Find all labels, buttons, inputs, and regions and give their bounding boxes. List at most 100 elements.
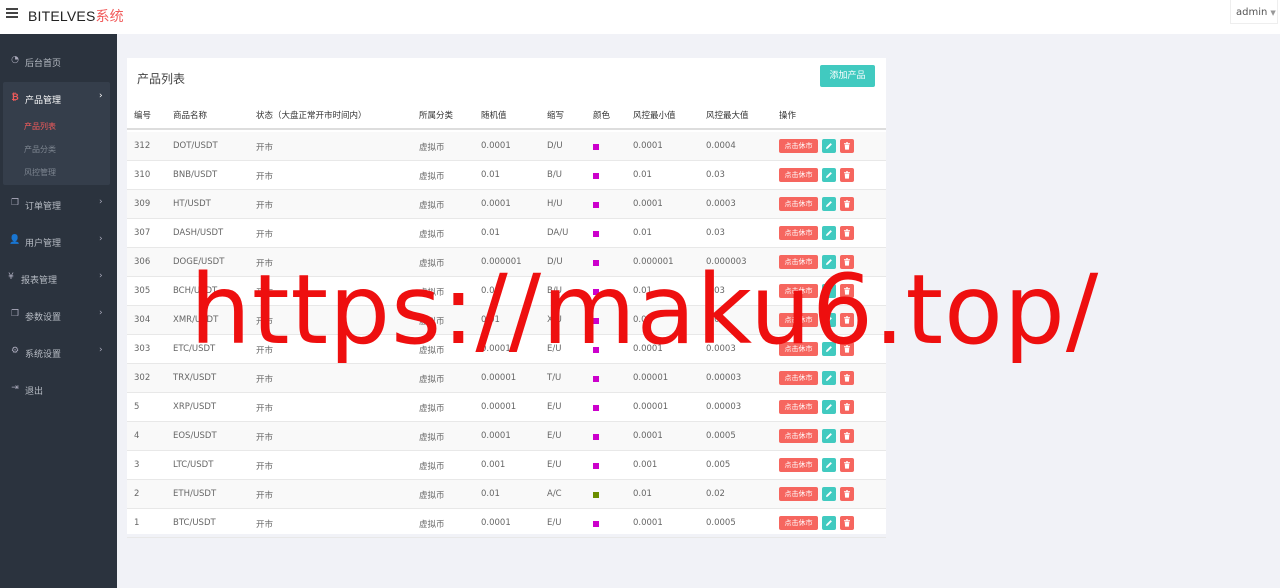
sidebar-item-label: 系统设置 — [25, 350, 62, 360]
delete-button[interactable] — [840, 371, 854, 385]
cell-name: TRX/USDT — [173, 373, 217, 383]
cell-id: 303 — [134, 344, 151, 354]
edit-button[interactable] — [822, 487, 836, 501]
cell-name: LTC/USDT — [173, 460, 214, 470]
halt-trading-button[interactable]: 点击休市 — [779, 371, 818, 385]
cell-id: 302 — [134, 373, 151, 383]
sidebar-item-products[interactable]: ₿ 产品管理 › — [0, 89, 117, 109]
edit-button[interactable] — [822, 400, 836, 414]
menu-toggle-icon[interactable] — [6, 8, 18, 18]
cell-id: 306 — [134, 257, 151, 267]
cell-category: 虚拟币 — [419, 491, 445, 501]
cell-random: 0.0001 — [481, 141, 511, 151]
delete-button[interactable] — [840, 487, 854, 501]
cell-status: 开市 — [256, 143, 274, 153]
sidebar-item-label: 退出 — [25, 387, 44, 397]
trash-icon — [844, 461, 850, 469]
cell-id: 3 — [134, 460, 140, 470]
halt-trading-button[interactable]: 点击休市 — [779, 197, 818, 211]
edit-button[interactable] — [822, 226, 836, 240]
column-header-name[interactable]: 商品名称 — [173, 109, 207, 121]
cell-risk-min: 0.00001 — [633, 402, 669, 412]
column-header-id[interactable]: 编号 — [134, 109, 151, 121]
halt-trading-button[interactable]: 点击休市 — [779, 458, 818, 472]
column-header-color[interactable]: 颜色 — [593, 109, 610, 121]
column-header-risk-min[interactable]: 风控最小值 — [633, 109, 676, 121]
delete-button[interactable] — [840, 400, 854, 414]
page-title: 产品列表 — [137, 72, 186, 86]
table-row: 307 DASH/USDT 开市 虚拟币 0.01 DA/U 0.01 0.03 点击休市 — [127, 219, 886, 248]
sidebar-item-system[interactable]: ⚙ 系统设置 › — [0, 343, 117, 363]
sidebar-subitem-product-category[interactable]: 产品分类 — [24, 144, 56, 155]
sidebar-item-users[interactable]: 👤 用户管理 › — [0, 232, 117, 252]
pencil-icon — [826, 375, 832, 381]
edit-button[interactable] — [822, 516, 836, 530]
user-name: admin — [1236, 7, 1268, 18]
halt-trading-button[interactable]: 点击休市 — [779, 139, 818, 153]
cell-risk-min: 0.01 — [633, 489, 652, 499]
sidebar-subitem-product-list[interactable]: 产品列表 — [24, 121, 56, 132]
edit-button[interactable] — [822, 139, 836, 153]
edit-button[interactable] — [822, 458, 836, 472]
halt-trading-button[interactable]: 点击休市 — [779, 487, 818, 501]
sidebar-item-orders[interactable]: ❐ 订单管理 › — [0, 195, 117, 215]
delete-button[interactable] — [840, 226, 854, 240]
halt-trading-button[interactable]: 点击休市 — [779, 400, 818, 414]
column-header-category[interactable]: 所属分类 — [419, 109, 453, 121]
column-header-risk-max[interactable]: 风控最大值 — [706, 109, 749, 121]
cell-id: 304 — [134, 315, 151, 325]
user-menu[interactable]: admin ▼ — [1230, 0, 1278, 24]
trash-icon — [844, 432, 850, 440]
sidebar-item-reports[interactable]: ¥ 报表管理 › — [0, 269, 117, 289]
delete-button[interactable] — [840, 458, 854, 472]
sidebar-item-dashboard[interactable]: ◔ 后台首页 — [0, 52, 117, 72]
cell-risk-min: 0.0001 — [633, 431, 663, 441]
pencil-icon — [826, 491, 832, 497]
delete-button[interactable] — [840, 168, 854, 182]
sidebar-item-logout[interactable]: ⇥ 退出 — [0, 380, 117, 400]
color-swatch — [593, 173, 599, 179]
delete-button[interactable] — [840, 139, 854, 153]
column-header-random[interactable]: 随机值 — [481, 109, 507, 121]
chevron-right-icon: › — [99, 91, 103, 101]
halt-trading-button[interactable]: 点击休市 — [779, 429, 818, 443]
table-row: 1 BTC/USDT 开市 虚拟币 0.0001 E/U 0.0001 0.0005 点击休市 — [127, 509, 886, 538]
trash-icon — [844, 229, 850, 237]
cell-random: 0.001 — [481, 460, 506, 470]
cell-code: DA/U — [547, 228, 569, 238]
delete-button[interactable] — [840, 516, 854, 530]
edit-button[interactable] — [822, 371, 836, 385]
add-product-button[interactable]: 添加产品 — [820, 65, 875, 87]
delete-button[interactable] — [840, 429, 854, 443]
yen-icon: ¥ — [8, 272, 14, 282]
edit-button[interactable] — [822, 168, 836, 182]
table-header: 编号 商品名称 状态（大盘正常开市时间内） 所属分类 随机值 缩写 颜色 风控最… — [127, 101, 886, 130]
trash-icon — [844, 142, 850, 150]
top-bar: BITELVES系统 admin ▼ — [0, 0, 1280, 34]
delete-button[interactable] — [840, 197, 854, 211]
pencil-icon — [826, 201, 832, 207]
sidebar-subitem-risk-control[interactable]: 风控管理 — [24, 167, 56, 178]
cell-category: 虚拟币 — [419, 462, 445, 472]
cell-name: BNB/USDT — [173, 170, 218, 180]
cell-id: 307 — [134, 228, 151, 238]
halt-trading-button[interactable]: 点击休市 — [779, 516, 818, 530]
bitcoin-icon: ₿ — [11, 93, 19, 103]
halt-trading-button[interactable]: 点击休市 — [779, 168, 818, 182]
color-swatch — [593, 405, 599, 411]
sidebar-item-params[interactable]: ❐ 参数设置 › — [0, 306, 117, 326]
column-header-status[interactable]: 状态（大盘正常开市时间内） — [256, 109, 367, 121]
color-swatch — [593, 463, 599, 469]
cell-risk-max: 0.0005 — [706, 518, 736, 528]
cell-status: 开市 — [256, 404, 274, 414]
table-row: 5 XRP/USDT 开市 虚拟币 0.00001 E/U 0.00001 0.00003 点击… — [127, 393, 886, 422]
edit-button[interactable] — [822, 429, 836, 443]
sidebar-item-label: 报表管理 — [21, 276, 58, 286]
cell-status: 开市 — [256, 201, 274, 211]
column-header-code[interactable]: 缩写 — [547, 109, 564, 121]
halt-trading-button[interactable]: 点击休市 — [779, 226, 818, 240]
edit-button[interactable] — [822, 197, 836, 211]
cell-status: 开市 — [256, 230, 274, 240]
sidebar-item-label: 产品管理 — [25, 96, 62, 106]
brand-logo: BITELVES系统 — [28, 6, 124, 26]
